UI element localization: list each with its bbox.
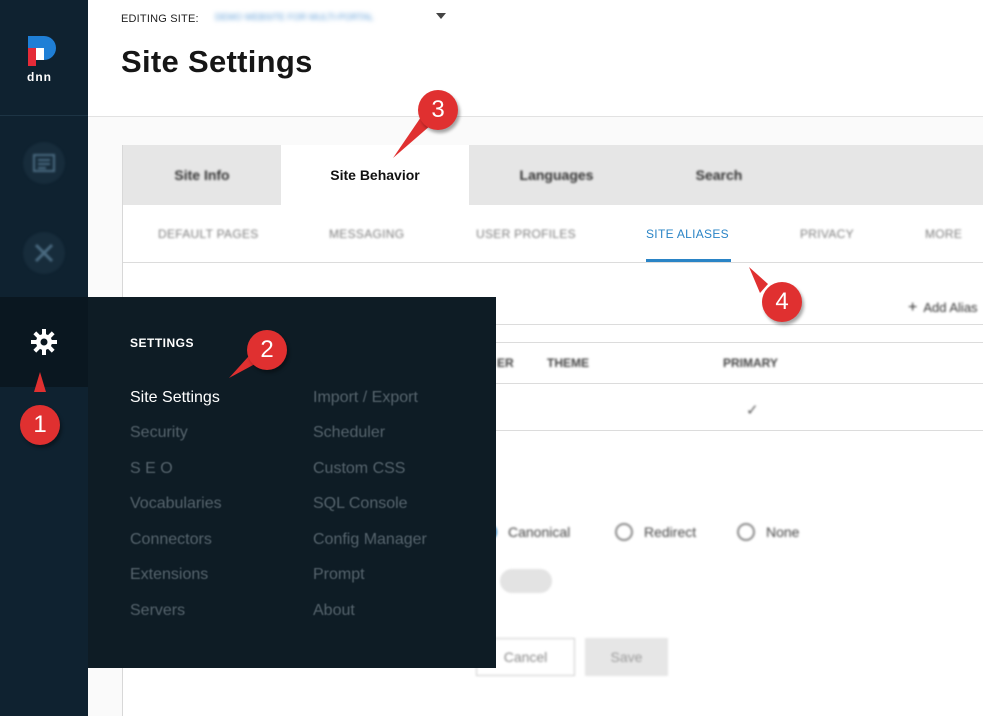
gear-icon: [31, 329, 57, 355]
subtab-user-profiles[interactable]: USER PROFILES: [476, 227, 576, 241]
annotation-badge-4: 4: [762, 282, 802, 322]
column-header-primary: PRIMARY: [723, 356, 778, 370]
dnn-logo[interactable]: DNN: [0, 0, 88, 116]
tab-site-behavior[interactable]: Site Behavior: [281, 145, 469, 205]
menu-item-about[interactable]: About: [313, 602, 355, 620]
content-pages-icon: [23, 142, 65, 184]
menu-item-extensions[interactable]: Extensions: [130, 566, 208, 584]
subtab-privacy[interactable]: PRIVACY: [800, 227, 854, 241]
settings-menu: SETTINGS Site Settings Security S E O Vo…: [88, 297, 496, 668]
header-divider: [88, 116, 983, 117]
subtab-bar: DEFAULT PAGES MESSAGING USER PROFILES SI…: [123, 205, 983, 263]
annotation-badge-1: 1: [20, 405, 60, 445]
dnn-logo-text: DNN: [27, 70, 52, 84]
annotation-badge-2: 2: [247, 330, 287, 370]
editing-site-label: EDITING SITE:: [121, 13, 199, 25]
menu-item-prompt[interactable]: Prompt: [313, 566, 365, 584]
add-alias-label: Add Alias: [923, 300, 978, 315]
subtab-default-pages[interactable]: DEFAULT PAGES: [158, 227, 259, 241]
radio-canonical-label: Canonical: [508, 524, 571, 540]
column-header-theme: THEME: [547, 356, 589, 370]
menu-item-vocabularies[interactable]: Vocabularies: [130, 495, 222, 513]
subtab-site-aliases[interactable]: SITE ALIASES: [646, 227, 729, 241]
dnn-logo-icon: [28, 36, 56, 66]
tools-button[interactable]: [0, 208, 88, 298]
menu-item-site-settings[interactable]: Site Settings: [130, 389, 220, 407]
table-top-border: [493, 342, 983, 343]
radio-none-label: None: [766, 524, 800, 540]
content-pages-button[interactable]: [0, 118, 88, 208]
radio-redirect-label: Redirect: [644, 524, 697, 540]
divider: [493, 324, 983, 325]
tab-site-info[interactable]: Site Info: [123, 145, 281, 205]
subtab-more[interactable]: MORE: [925, 227, 962, 241]
table-header-border: [493, 383, 983, 384]
settings-button[interactable]: [0, 297, 88, 387]
menu-item-scheduler[interactable]: Scheduler: [313, 424, 385, 442]
app-root: EDITING SITE: DEMO WEBSITE FOR MULTI-POR…: [0, 0, 983, 716]
site-selector-value[interactable]: DEMO WEBSITE FOR MULTI-PORTAL: [215, 12, 415, 24]
page-title: Site Settings: [121, 44, 313, 79]
menu-item-security[interactable]: Security: [130, 424, 188, 442]
menu-item-import-export[interactable]: Import / Export: [313, 389, 418, 407]
add-alias-button[interactable]: + Add Alias: [908, 299, 978, 317]
annotation-badge-3: 3: [418, 90, 458, 130]
save-button[interactable]: Save: [585, 638, 668, 676]
subtab-messaging[interactable]: MESSAGING: [329, 227, 404, 241]
menu-title: SETTINGS: [130, 336, 195, 350]
tab-languages[interactable]: Languages: [469, 145, 644, 205]
radio-redirect[interactable]: Redirect: [615, 523, 696, 541]
tab-search[interactable]: Search: [644, 145, 794, 205]
chevron-down-icon[interactable]: [436, 13, 446, 19]
menu-item-seo[interactable]: S E O: [130, 460, 173, 478]
menu-item-config-manager[interactable]: Config Manager: [313, 531, 427, 549]
left-rail: DNN: [0, 0, 88, 716]
radio-icon: [737, 523, 755, 541]
toggle-switch[interactable]: [500, 569, 552, 593]
table-bottom-border: [493, 430, 983, 431]
radio-icon: [615, 523, 633, 541]
active-subtab-indicator: [646, 259, 731, 262]
radio-none[interactable]: None: [737, 523, 799, 541]
tools-icon: [23, 232, 65, 274]
primary-check-icon: ✓: [746, 402, 759, 419]
plus-icon: +: [908, 299, 918, 316]
column-header-user: ER: [497, 356, 514, 370]
menu-item-sql-console[interactable]: SQL Console: [313, 495, 408, 513]
tab-bar: Site Info Site Behavior Languages Search: [123, 145, 983, 205]
menu-item-servers[interactable]: Servers: [130, 602, 185, 620]
menu-item-connectors[interactable]: Connectors: [130, 531, 212, 549]
menu-item-custom-css[interactable]: Custom CSS: [313, 460, 405, 478]
